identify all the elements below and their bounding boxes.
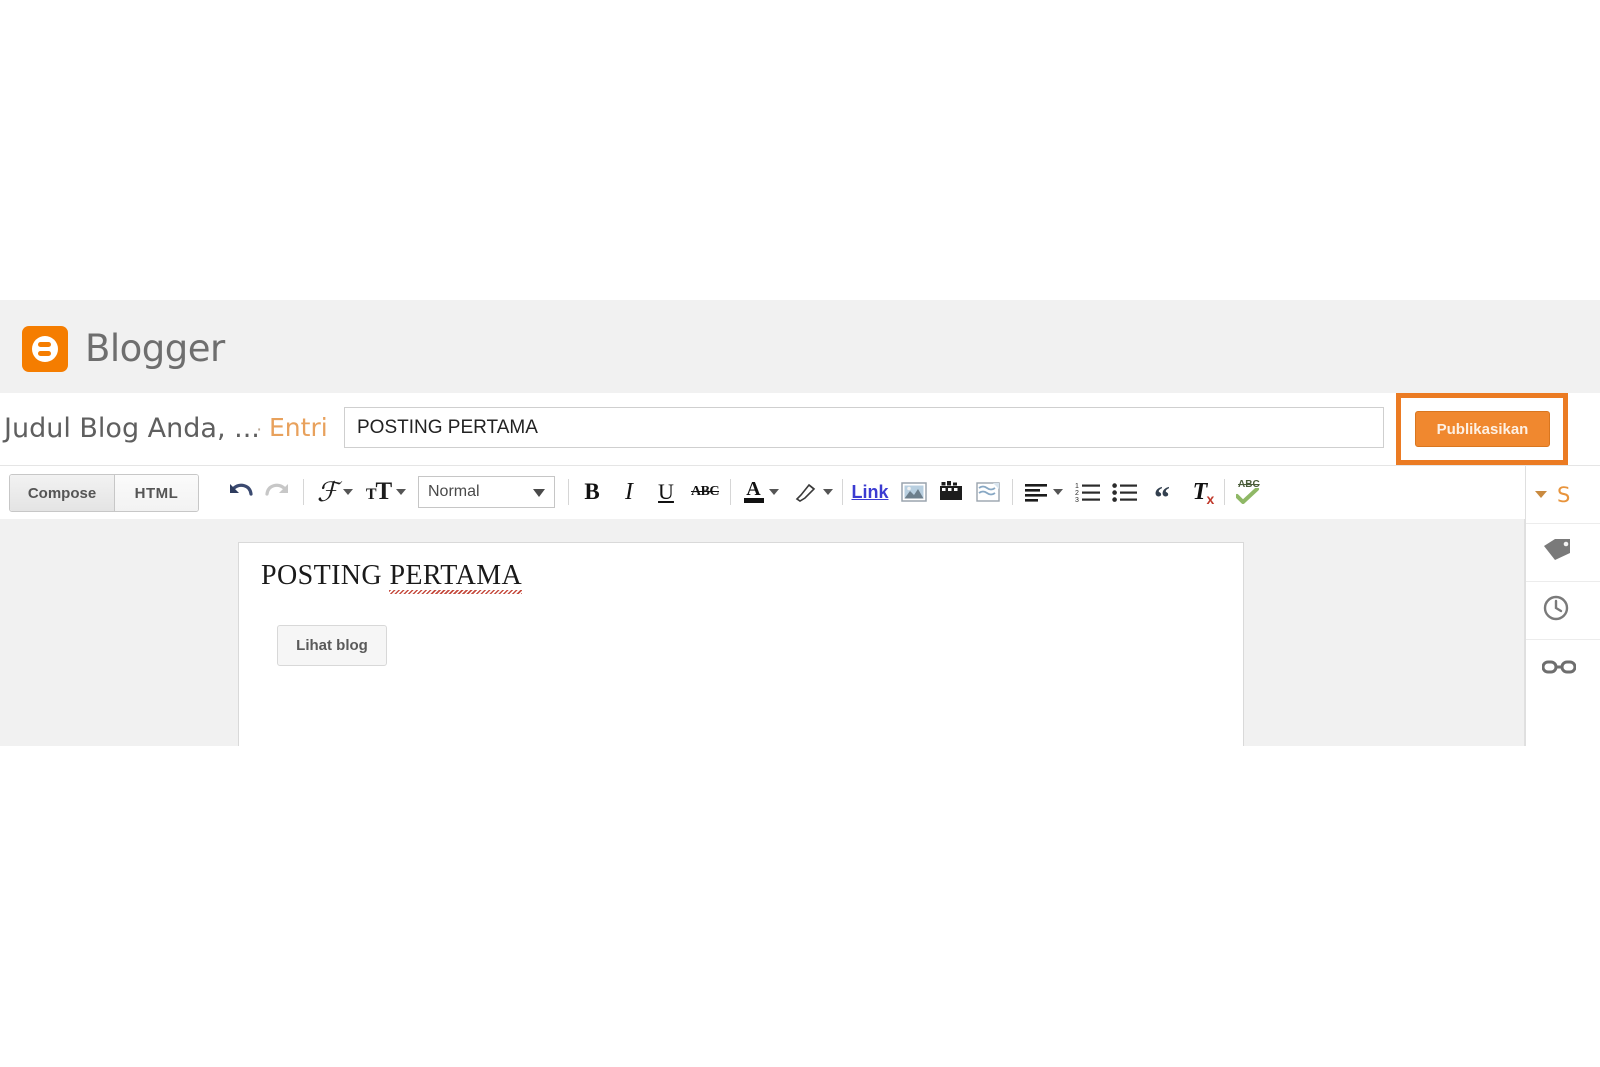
chevron-down-icon xyxy=(343,489,354,495)
post-content-prefix: POSTING xyxy=(261,560,390,591)
post-title-input[interactable] xyxy=(344,407,1384,448)
insert-video-button[interactable] xyxy=(934,474,968,510)
font-family-button[interactable]: ℱ xyxy=(312,474,358,510)
svg-text:1: 1 xyxy=(1075,483,1079,490)
bullet-list-button[interactable] xyxy=(1108,474,1142,510)
sidebar-item-labels[interactable] xyxy=(1526,524,1600,582)
svg-text:3: 3 xyxy=(1075,497,1079,503)
spellcheck-icon: ABC xyxy=(1235,479,1261,504)
spellcheck-button[interactable]: ABC xyxy=(1230,474,1266,510)
tab-html[interactable]: HTML xyxy=(115,475,198,511)
sidebar-item-schedule[interactable] xyxy=(1526,582,1600,640)
chevron-down-icon xyxy=(1535,491,1547,498)
highlight-color-button[interactable] xyxy=(790,474,836,510)
paragraph-style-select[interactable]: Normal xyxy=(418,476,555,508)
jump-break-icon xyxy=(976,482,1000,502)
post-content-text: POSTING PERTAMA xyxy=(261,560,522,592)
brand-group: Blogger xyxy=(22,326,225,372)
insert-video-film-icon xyxy=(940,481,962,500)
publish-button[interactable]: Publikasikan xyxy=(1415,411,1550,447)
chevron-down-icon xyxy=(768,489,779,495)
bullet-list-icon xyxy=(1112,483,1137,502)
editor-body: POSTING PERTAMA xyxy=(0,519,1525,746)
breadcrumb-separator: · xyxy=(256,419,263,440)
view-blog-button[interactable]: Lihat blog xyxy=(277,625,387,666)
font-size-icon: TT xyxy=(365,478,392,505)
blockquote-icon: “ xyxy=(1154,478,1170,515)
text-color-icon: A xyxy=(743,479,764,503)
undo-button[interactable] xyxy=(222,474,258,510)
align-button[interactable] xyxy=(1019,474,1067,510)
svg-text:2: 2 xyxy=(1075,490,1079,497)
post-settings-sidebar: S xyxy=(1525,466,1600,746)
post-content-area[interactable]: POSTING PERTAMA xyxy=(238,542,1244,746)
chevron-down-icon xyxy=(396,489,407,495)
editor-toolbar: Compose HTML ℱ TT Normal B I U ABC A Lin… xyxy=(0,466,1524,520)
blogger-logo-icon xyxy=(22,326,68,372)
sidebar-item-permalink[interactable] xyxy=(1526,640,1600,698)
underline-icon: U xyxy=(658,479,674,504)
blogger-post-editor-window: Blogger Lihat blog Judul Blog Anda, ... … xyxy=(0,300,1600,746)
blockquote-button[interactable]: “ xyxy=(1145,474,1179,515)
post-title-row: Judul Blog Anda, ... · Entri xyxy=(0,393,1600,466)
remove-formatting-button[interactable]: T x xyxy=(1182,474,1218,510)
redo-icon xyxy=(265,483,288,496)
post-content-misspelled-word: PERTAMA xyxy=(389,560,523,591)
insert-jump-break-button[interactable] xyxy=(971,474,1005,510)
app-header-bar: Blogger xyxy=(0,300,1600,394)
link-label: Link xyxy=(851,481,889,502)
sidebar-settings-label: S xyxy=(1557,482,1571,507)
italic-icon: I xyxy=(625,478,633,505)
chevron-down-icon xyxy=(822,489,833,495)
font-size-button[interactable]: TT xyxy=(362,474,410,510)
insert-image-button[interactable] xyxy=(897,474,931,510)
link-chain-icon xyxy=(1541,657,1577,682)
remove-formatting-icon: T x xyxy=(1192,478,1215,507)
underline-button[interactable]: U xyxy=(649,474,683,510)
highlight-marker-icon xyxy=(795,483,815,502)
editor-mode-toggle: Compose HTML xyxy=(9,474,199,512)
undo-icon xyxy=(230,483,253,496)
tag-icon xyxy=(1542,537,1572,568)
paragraph-style-value: Normal xyxy=(428,483,480,500)
chevron-down-icon xyxy=(533,489,545,497)
numbered-list-button[interactable]: 1 2 3 xyxy=(1071,474,1105,510)
strikethrough-icon: ABC xyxy=(690,484,720,499)
blog-title-label: Judul Blog Anda, ... xyxy=(4,413,260,444)
tab-compose[interactable]: Compose xyxy=(10,475,115,511)
insert-link-button[interactable]: Link xyxy=(848,474,892,510)
chevron-down-icon xyxy=(1052,489,1063,495)
align-left-icon xyxy=(1024,484,1047,502)
numbered-list-icon: 1 2 3 xyxy=(1075,483,1100,503)
strikethrough-button[interactable]: ABC xyxy=(686,474,724,510)
clock-icon xyxy=(1542,594,1570,627)
sidebar-item-settings[interactable]: S xyxy=(1526,466,1600,524)
redo-button[interactable] xyxy=(260,474,296,510)
insert-image-icon xyxy=(901,482,927,502)
entry-label: Entri xyxy=(269,413,328,442)
font-family-icon: ℱ xyxy=(316,476,339,507)
app-brand-name: Blogger xyxy=(85,327,225,370)
bold-button[interactable]: B xyxy=(575,474,609,510)
italic-button[interactable]: I xyxy=(612,474,646,510)
screenshot-canvas: Blogger Lihat blog Judul Blog Anda, ... … xyxy=(0,0,1600,1067)
bold-icon: B xyxy=(584,479,600,504)
text-color-button[interactable]: A xyxy=(738,474,784,510)
